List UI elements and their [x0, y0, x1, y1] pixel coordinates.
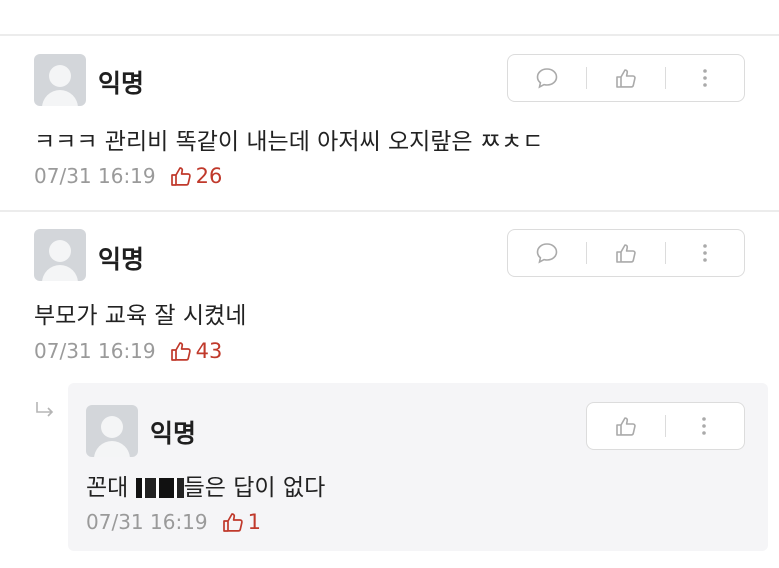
avatar[interactable] — [34, 54, 86, 106]
comment-icon — [536, 243, 558, 264]
timestamp: 07/31 16:19 — [34, 339, 156, 363]
top-divider — [0, 34, 779, 36]
comment-text: ㅋㅋㅋ 관리비 똑같이 내는데 아저씨 오지랖은 ㅉㅊㄷ — [34, 129, 544, 155]
reply-text-after: 들은 답이 없다 — [183, 475, 326, 501]
thumbs-up-icon — [170, 342, 191, 361]
thumbs-up-icon — [222, 513, 243, 532]
reply-actions — [586, 402, 745, 450]
more-button[interactable] — [666, 55, 744, 101]
reply-author: 익명 — [150, 419, 197, 448]
comment-icon — [536, 68, 558, 89]
more-button[interactable] — [666, 403, 742, 449]
more-icon — [702, 417, 706, 435]
comment-actions — [507, 229, 745, 277]
comment-button[interactable] — [508, 230, 586, 276]
more-icon — [703, 69, 707, 87]
thumbs-up-icon — [616, 69, 636, 88]
like-count: 43 — [195, 339, 223, 363]
comment-meta: 07/31 16:19 26 — [34, 164, 222, 188]
comment-author: 익명 — [98, 69, 145, 98]
reply: 익명 꼰대 들은 답이 없다 07/31 16:19 1 — [68, 383, 768, 551]
comment-actions — [507, 54, 745, 102]
avatar[interactable] — [86, 405, 138, 457]
comment-button[interactable] — [508, 55, 586, 101]
like-count: 1 — [247, 510, 262, 534]
thumbs-up-icon — [616, 244, 636, 263]
comment-text: 부모가 교육 잘 시켰네 — [34, 303, 247, 329]
reply-meta: 07/31 16:19 1 — [86, 510, 261, 534]
reply-text-before: 꼰대 — [86, 475, 136, 501]
reply-text: 꼰대 들은 답이 없다 — [86, 468, 325, 502]
thumbs-up-icon — [616, 417, 636, 436]
avatar[interactable] — [34, 229, 86, 281]
more-icon — [703, 244, 707, 262]
more-button[interactable] — [666, 230, 744, 276]
like-button[interactable] — [587, 230, 665, 276]
comment-meta: 07/31 16:19 43 — [34, 339, 222, 363]
reply-arrow-icon — [36, 402, 54, 417]
timestamp: 07/31 16:19 — [34, 164, 156, 188]
like-count: 26 — [195, 164, 223, 188]
comment-author: 익명 — [98, 245, 145, 274]
comment-divider — [0, 210, 779, 212]
redacted-word — [135, 478, 184, 498]
like-button[interactable] — [587, 55, 665, 101]
timestamp: 07/31 16:19 — [86, 510, 208, 534]
thumbs-up-icon — [170, 167, 191, 186]
like-button[interactable] — [587, 403, 665, 449]
